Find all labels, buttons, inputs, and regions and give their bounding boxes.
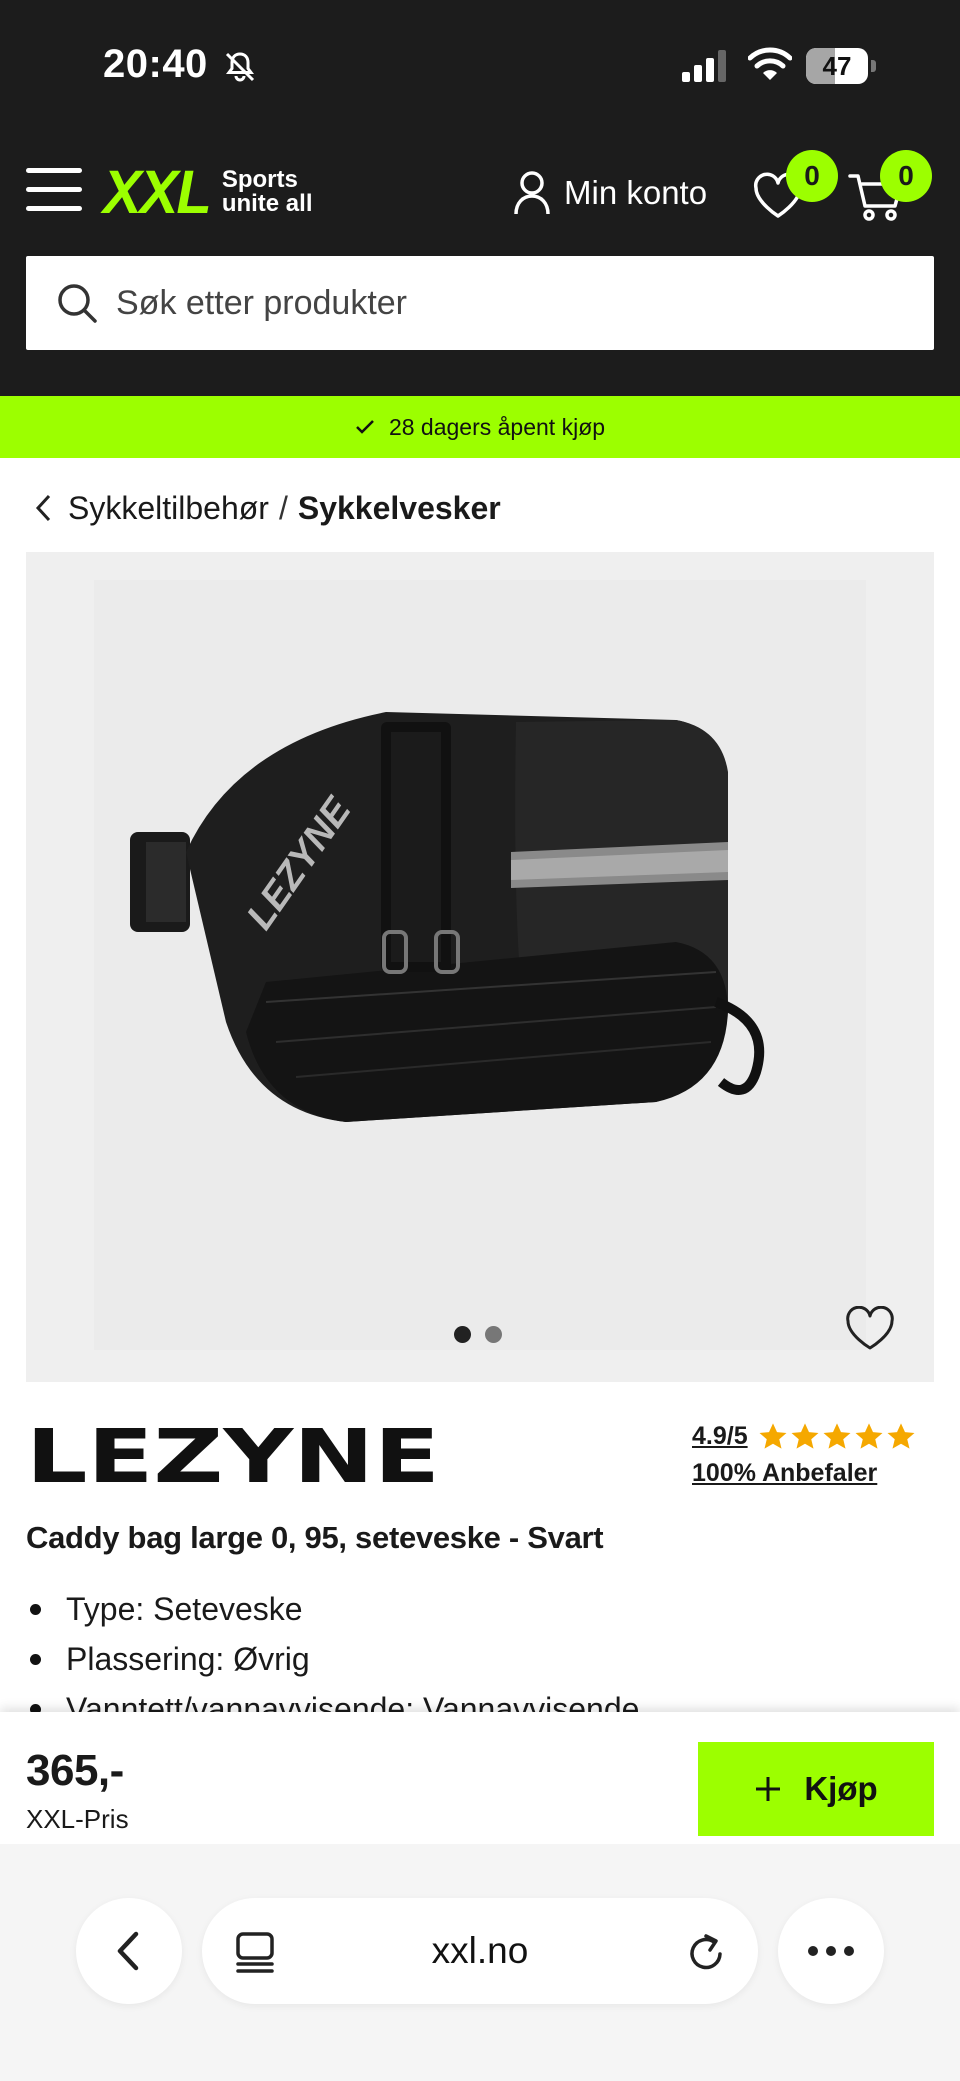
battery-cap: [871, 60, 876, 72]
check-icon: [356, 420, 374, 434]
browser-toolbar: xxl.no: [0, 1844, 960, 2081]
spec-item: Plassering: Øvrig: [26, 1634, 926, 1684]
site-header: XXL Sports unite all Min konto 0 0: [0, 150, 960, 240]
address-bar[interactable]: xxl.no: [202, 1898, 758, 2004]
brand-logo[interactable]: LEZYNE: [26, 1420, 442, 1492]
status-time: 20:40: [103, 42, 208, 86]
logo-tagline: Sports unite all: [222, 168, 313, 216]
gallery-dot-active[interactable]: [454, 1326, 471, 1343]
logo-tagline-line1: Sports: [221, 166, 298, 193]
browser-more-button[interactable]: [778, 1898, 884, 2004]
xxl-logo[interactable]: XXL Sports unite all: [103, 157, 313, 227]
star-icon: [855, 1423, 883, 1449]
brand-logo-text: LEZYNE: [26, 1420, 440, 1492]
battery-percentage: 47: [822, 51, 852, 81]
menu-line-icon: [26, 206, 82, 211]
breadcrumb-parent-link[interactable]: Sykkeltilbehør: [68, 490, 269, 527]
breadcrumb: Sykkeltilbehør / Sykkelvesker: [34, 488, 501, 528]
breadcrumb-current: Sykkelvesker: [297, 489, 501, 526]
gallery-pagination[interactable]: [454, 1326, 502, 1343]
logo-wordmark: XXL: [103, 157, 212, 227]
recommend-percentage[interactable]: 100% Anbefaler: [692, 1459, 932, 1488]
product-image-gallery[interactable]: LEZYNE: [26, 552, 934, 1382]
reload-icon[interactable]: [684, 1930, 728, 1974]
wishlist-count-badge: 0: [786, 150, 838, 202]
plus-icon: [756, 1777, 781, 1801]
product-title: Caddy bag large 0, 95, seteveske - Svart: [26, 1520, 604, 1555]
account-label: Min konto: [564, 174, 708, 211]
chevron-left-icon[interactable]: [34, 493, 52, 523]
breadcrumb-separator: /: [278, 489, 288, 526]
spec-item: Type: Seteveske: [26, 1584, 926, 1634]
menu-button[interactable]: [26, 168, 82, 212]
status-bar: 20:40 47: [0, 0, 960, 130]
star-icon: [823, 1423, 851, 1449]
menu-line-icon: [26, 187, 82, 192]
cart-count-badge: 0: [880, 150, 932, 202]
user-icon: [514, 171, 550, 215]
wifi-icon: [748, 47, 792, 80]
address-url[interactable]: xxl.no: [202, 1898, 758, 2004]
logo-tagline-line2: unite all: [221, 190, 313, 217]
search-input[interactable]: Søk etter produkter: [26, 256, 934, 350]
account-button[interactable]: Min konto: [512, 168, 707, 218]
search-icon: [58, 284, 97, 323]
promo-banner: 28 dagers åpent kjøp: [0, 396, 960, 458]
favorite-heart-icon[interactable]: [844, 1306, 896, 1352]
cellular-signal-icon: [682, 50, 726, 82]
star-rating: [758, 1422, 916, 1451]
more-dots-icon: [808, 1946, 854, 1956]
star-icon: [887, 1423, 915, 1449]
price-label: XXL-Pris: [26, 1804, 129, 1834]
battery-icon: 47: [806, 48, 876, 84]
product-rating[interactable]: 4.9/5 100% Anbefaler: [692, 1422, 932, 1488]
rating-score[interactable]: 4.9/5: [692, 1422, 748, 1451]
menu-line-icon: [26, 168, 82, 173]
buy-button[interactable]: Kjøp: [698, 1742, 934, 1836]
gallery-dot[interactable]: [485, 1326, 502, 1343]
promo-text: 28 dagers åpent kjøp: [388, 413, 606, 440]
buy-button-label: Kjøp: [804, 1770, 878, 1807]
search-placeholder: Søk etter produkter: [116, 283, 408, 322]
sticky-purchase-bar: 365,- XXL-Pris Kjøp: [0, 1712, 960, 1844]
top-header-area: 20:40 47 XXL Sports unite all Min konto …: [0, 0, 960, 396]
product-image: LEZYNE: [130, 712, 765, 1122]
bell-muted-icon: [225, 52, 255, 82]
star-icon: [759, 1423, 787, 1449]
browser-back-button[interactable]: [76, 1898, 182, 2004]
chevron-left-icon: [117, 1931, 139, 1971]
product-price: 365,-: [26, 1746, 124, 1795]
star-icon: [791, 1423, 819, 1449]
